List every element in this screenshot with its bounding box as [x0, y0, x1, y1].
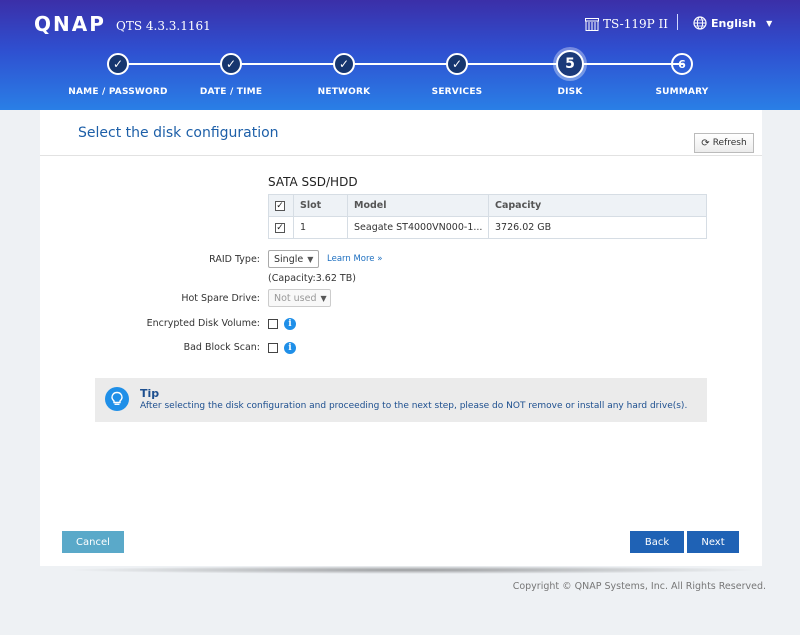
qnap-logo: QNAP	[34, 12, 106, 36]
disk-model: Seagate ST4000VN000-1...	[347, 216, 489, 239]
info-icon[interactable]: i	[284, 342, 296, 354]
wizard-panel: Select the disk configuration ⟳ Refresh …	[40, 110, 762, 566]
raid-capacity-note: (Capacity:3.62 TB)	[268, 273, 356, 284]
refresh-label: Refresh	[712, 138, 747, 148]
encrypted-volume-checkbox[interactable]	[268, 319, 278, 329]
chevron-down-icon: ▼	[320, 293, 327, 303]
step-number: 6	[671, 53, 693, 75]
bad-block-scan-label: Bad Block Scan:	[183, 342, 260, 353]
disk-table: ✓ Slot Model Capacity ✓ 1 Seagate ST4000…	[268, 194, 707, 239]
learn-more-link[interactable]: Learn More »	[327, 254, 382, 264]
encrypted-volume-label: Encrypted Disk Volume:	[146, 318, 260, 329]
select-all-checkbox[interactable]: ✓	[275, 201, 285, 211]
device-model: TS-119P II	[585, 15, 668, 33]
hot-spare-value: Not used	[274, 292, 317, 304]
raid-type-select[interactable]: Single ▼	[268, 250, 319, 268]
page-title: Select the disk configuration	[78, 125, 279, 141]
language-label: English	[711, 16, 757, 30]
refresh-button[interactable]: ⟳ Refresh	[694, 133, 754, 153]
divider	[40, 155, 762, 156]
refresh-icon: ⟳	[701, 137, 710, 149]
table-row[interactable]: ✓ 1 Seagate ST4000VN000-1... 3726.02 GB	[268, 216, 707, 239]
chevron-down-icon: ▼	[766, 18, 773, 28]
bad-block-scan-checkbox[interactable]	[268, 343, 278, 353]
copyright-text: Copyright © QNAP Systems, Inc. All Right…	[512, 581, 766, 592]
checkmark-icon: ✓	[333, 53, 355, 75]
select-all-cell[interactable]: ✓	[268, 194, 294, 217]
lightbulb-icon	[105, 387, 129, 411]
tip-box: Tip After selecting the disk configurati…	[95, 378, 707, 422]
hot-spare-label: Hot Spare Drive:	[181, 293, 260, 304]
disk-slot: 1	[293, 216, 348, 239]
checkmark-icon: ✓	[446, 53, 468, 75]
info-icon[interactable]: i	[284, 318, 296, 330]
row-select-cell[interactable]: ✓	[268, 216, 294, 239]
device-name: TS-119P II	[603, 17, 668, 31]
step-label: SUMMARY	[655, 87, 709, 97]
disk-capacity: 3726.02 GB	[488, 216, 707, 239]
hot-spare-select[interactable]: Not used ▼	[268, 289, 331, 307]
tip-text: After selecting the disk configuration a…	[140, 401, 688, 411]
column-header-model: Model	[347, 194, 489, 217]
checkmark-icon: ✓	[107, 53, 129, 75]
header-divider	[677, 14, 678, 30]
column-header-slot: Slot	[293, 194, 348, 217]
table-header-row: ✓ Slot Model Capacity	[268, 194, 707, 217]
globe-icon	[693, 16, 707, 30]
step-summary: 6 SUMMARY	[612, 53, 752, 97]
cancel-button[interactable]: Cancel	[62, 531, 124, 553]
checkmark-icon: ✓	[220, 53, 242, 75]
chevron-down-icon: ▼	[307, 254, 314, 264]
wizard-steps: ✓ NAME / PASSWORD ✓ DATE / TIME ✓ NETWOR…	[0, 50, 800, 110]
tip-title: Tip	[140, 387, 160, 400]
header-bar: QNAP QTS 4.3.3.1161 TS-119P II English ▼…	[0, 0, 800, 110]
panel-shadow	[64, 566, 762, 574]
firmware-version: QTS 4.3.3.1161	[116, 19, 211, 33]
language-selector[interactable]: English ▼	[693, 14, 772, 32]
nas-device-icon	[585, 17, 599, 31]
back-button[interactable]: Back	[630, 531, 684, 553]
column-header-capacity: Capacity	[488, 194, 707, 217]
next-button[interactable]: Next	[687, 531, 739, 553]
raid-type-value: Single	[274, 253, 304, 265]
step-number: 5	[556, 50, 584, 78]
disk-checkbox[interactable]: ✓	[275, 223, 285, 233]
raid-type-label: RAID Type:	[209, 254, 260, 265]
disk-section-heading: SATA SSD/HDD	[268, 175, 358, 189]
